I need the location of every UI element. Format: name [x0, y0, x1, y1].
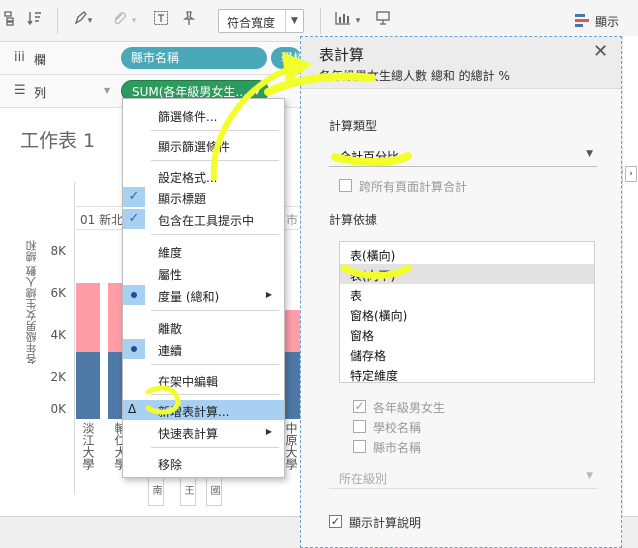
annotation-underline-title [264, 72, 376, 96]
annotation-circle-add-calc [145, 385, 181, 415]
annotation-layer [145, 52, 412, 415]
annotation-underline-calc-type [331, 152, 412, 167]
tableau-window: ▾ ▾ 符合寬度 ▼ ▾ 顯示 iii 欄 縣市名稱 ☰ 列 ▼ SUM(各年級… [0, 0, 638, 548]
annotation-underline-table-down [340, 264, 412, 279]
